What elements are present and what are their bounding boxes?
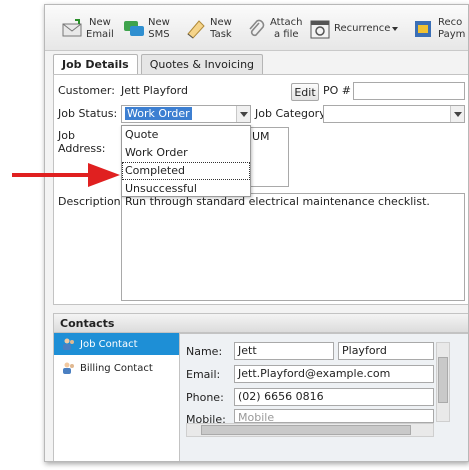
vertical-scrollbar[interactable]	[436, 342, 450, 422]
edit-customer-button[interactable]: Edit	[291, 83, 319, 101]
new-email-label: New Email	[86, 17, 114, 40]
recurrence-label: Recurrence	[334, 23, 391, 34]
receive-payment-label: Reco Paym	[438, 17, 466, 40]
last-name-input[interactable]: Playford	[338, 342, 434, 360]
scrollbar-thumb[interactable]	[201, 425, 411, 435]
chevron-down-icon[interactable]	[450, 106, 464, 122]
scrollbar-thumb[interactable]	[438, 357, 448, 403]
job-status-label: Job Status:	[58, 107, 118, 120]
toolbar: New Email New SMS New Task Attach a file…	[45, 5, 468, 51]
status-option-work-order[interactable]: Work Order	[122, 144, 250, 162]
job-category-select[interactable]	[323, 105, 465, 123]
tab-quotes-invoicing[interactable]: Quotes & Invoicing	[140, 54, 264, 74]
task-icon	[185, 18, 207, 40]
job-status-select[interactable]: Work Order	[121, 105, 251, 123]
name-label: Name:	[186, 345, 223, 358]
recurrence-icon	[309, 18, 331, 40]
job-window: New Email New SMS New Task Attach a file…	[44, 4, 469, 462]
new-email-button[interactable]: New Email	[61, 11, 114, 47]
job-address-text: UM	[252, 130, 270, 143]
contact-item-job-contact[interactable]: Job Contact	[54, 333, 180, 355]
attach-file-button[interactable]: Attach a file	[245, 11, 302, 47]
contact-item-billing-contact[interactable]: Billing Contact	[54, 357, 180, 379]
customer-value: Jett Playford	[121, 84, 188, 97]
receive-payment-button[interactable]: Reco Paym	[413, 11, 465, 47]
status-option-completed[interactable]: Completed	[122, 162, 250, 180]
status-option-quote[interactable]: Quote	[122, 126, 250, 144]
payment-icon	[413, 18, 435, 40]
job-address-label: Job Address:	[58, 129, 106, 155]
phone-label: Phone:	[186, 391, 224, 404]
email-icon	[61, 18, 83, 40]
status-option-unsuccessful[interactable]: Unsuccessful	[122, 180, 250, 198]
description-textarea[interactable]: Run through standard electrical maintena…	[121, 193, 465, 301]
person-icon	[62, 362, 76, 374]
sms-icon	[123, 18, 145, 40]
mobile-input[interactable]: Mobile	[234, 409, 434, 423]
email-input[interactable]: Jett.Playford@example.com	[234, 365, 434, 383]
job-category-label: Job Category	[255, 107, 326, 120]
chevron-down-icon	[392, 27, 399, 31]
customer-label: Customer:	[58, 84, 115, 97]
person-icon	[62, 338, 76, 350]
job-status-selected-value: Work Order	[125, 107, 192, 120]
contact-item-label: Job Contact	[80, 338, 138, 350]
horizontal-scrollbar[interactable]	[186, 423, 434, 437]
new-sms-label: New SMS	[148, 17, 170, 40]
tab-bar: Job Details Quotes & Invoicing	[53, 54, 266, 75]
paperclip-icon	[245, 18, 267, 40]
contact-details-panel: Name: Jett Playford Email: Jett.Playford…	[179, 333, 468, 461]
po-label: PO #	[323, 84, 352, 97]
callout-arrow-icon	[10, 160, 122, 190]
description-label: Description:	[58, 195, 125, 208]
contacts-header: Contacts	[53, 313, 468, 333]
new-sms-button[interactable]: New SMS	[123, 11, 170, 47]
po-input[interactable]	[353, 82, 465, 100]
chevron-down-icon[interactable]	[236, 106, 250, 122]
new-task-button[interactable]: New Task	[185, 11, 232, 47]
contact-item-label: Billing Contact	[80, 362, 153, 374]
contacts-sidebar: Job Contact Billing Contact	[53, 333, 180, 461]
recurrence-button[interactable]: Recurrence	[309, 11, 399, 47]
new-task-label: New Task	[210, 17, 232, 40]
tab-job-details[interactable]: Job Details	[53, 54, 138, 75]
email-label: Email:	[186, 368, 221, 381]
job-status-dropdown-list: Quote Work Order Completed Unsuccessful	[121, 125, 251, 197]
phone-input[interactable]: (02) 6656 0816	[234, 388, 434, 406]
first-name-input[interactable]: Jett	[234, 342, 334, 360]
attach-file-label: Attach a file	[270, 17, 303, 40]
